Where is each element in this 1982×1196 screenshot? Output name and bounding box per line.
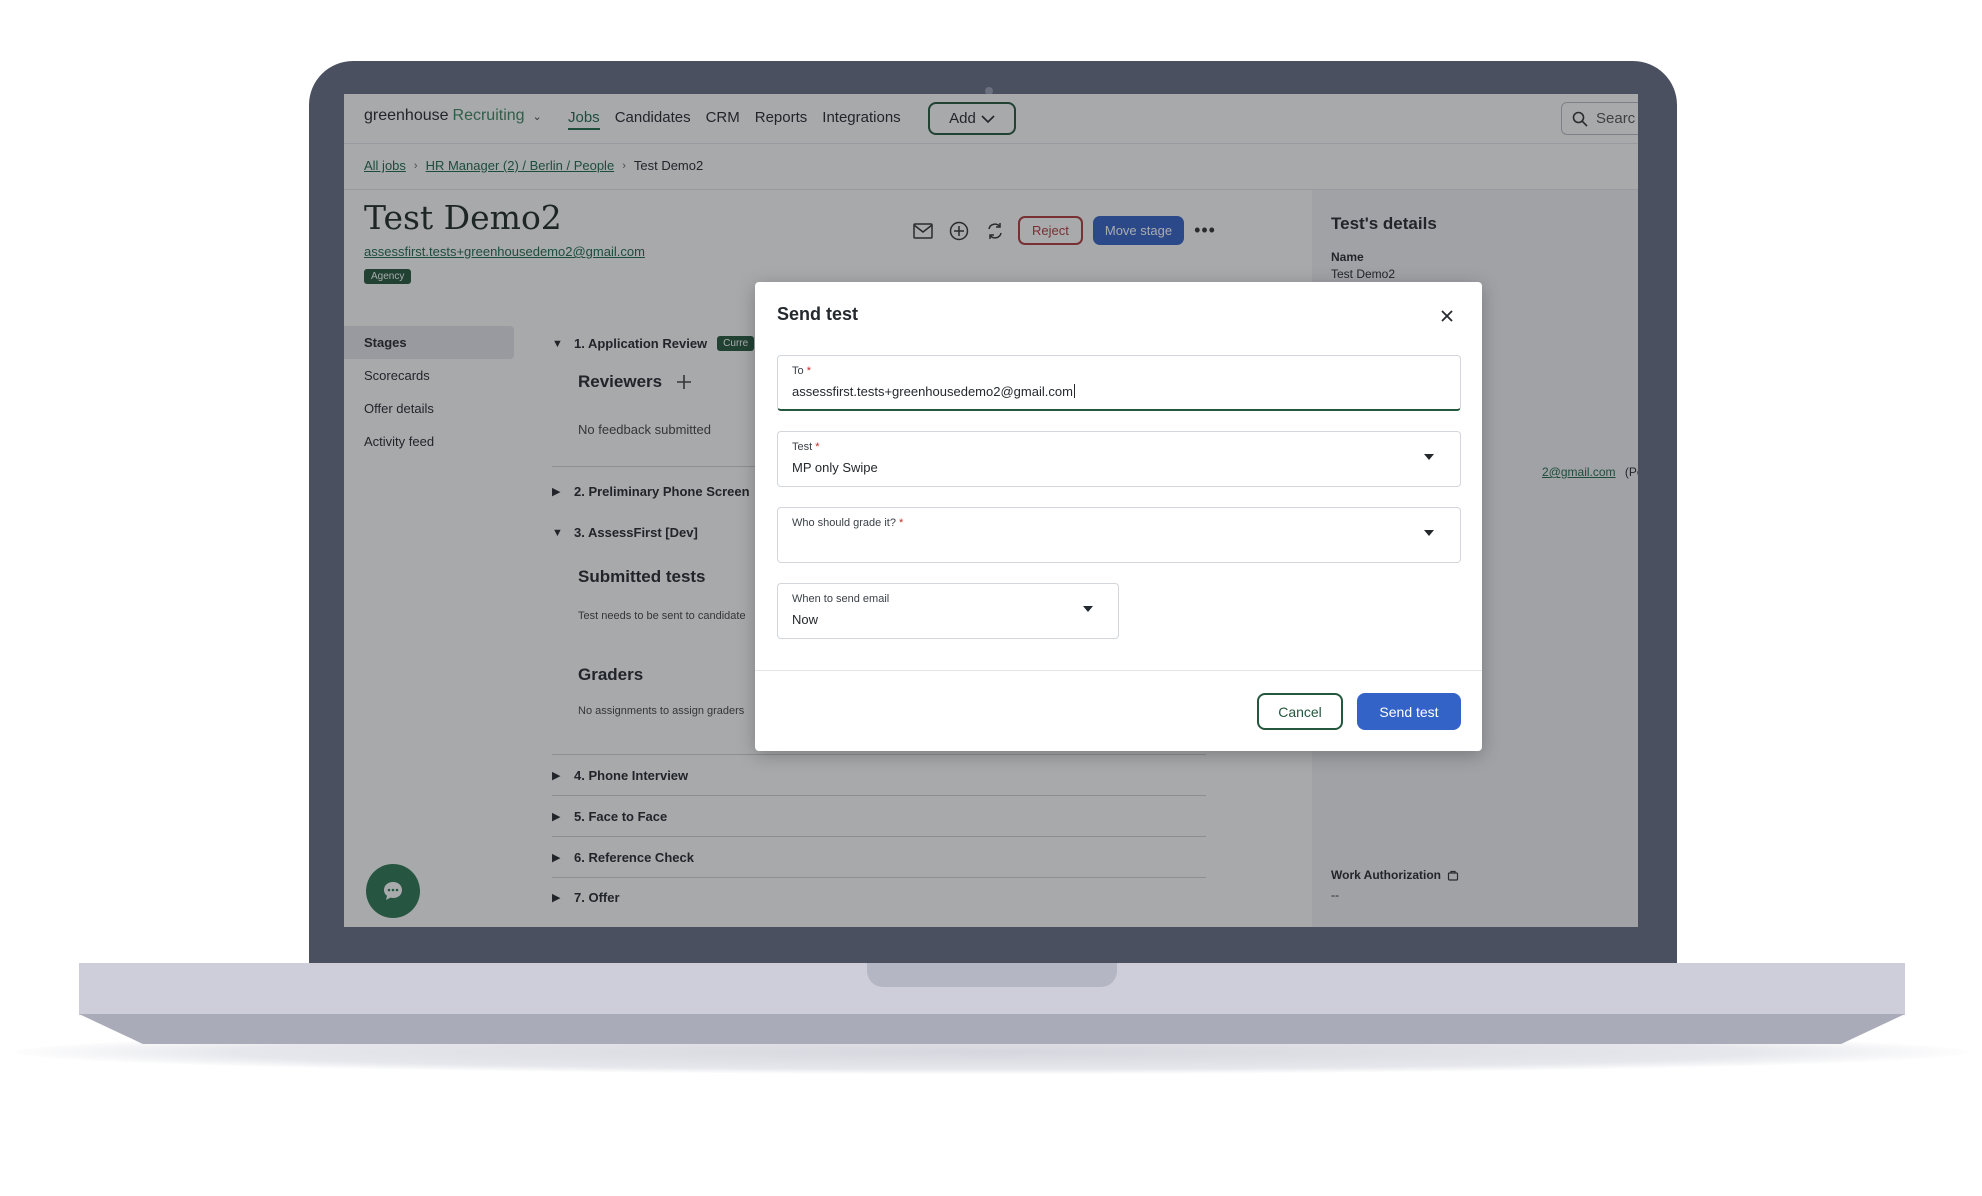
test-label: Test * [792,441,820,453]
grader-select[interactable]: Who should grade it? * [777,507,1461,563]
to-field[interactable]: To * assessfirst.tests+greenhousedemo2@g… [777,355,1461,411]
laptop-base-edge [79,1014,1905,1044]
caret-down-icon [1424,454,1434,460]
cancel-button[interactable]: Cancel [1257,693,1343,730]
to-value: assessfirst.tests+greenhousedemo2@gmail.… [792,384,1075,399]
test-select[interactable]: Test * MP only Swipe [777,431,1461,487]
to-label: To * [792,365,811,377]
laptop-mockup: greenhouse Recruiting ⌄ Jobs Candidates … [0,0,1982,1196]
send-time-select[interactable]: When to send email Now [777,583,1119,639]
caret-down-icon [1083,606,1093,612]
caret-down-icon [1424,530,1434,536]
when-label: When to send email [792,593,890,605]
send-test-button[interactable]: Send test [1357,693,1461,730]
test-value: MP only Swipe [792,460,878,475]
close-icon[interactable] [1435,304,1459,328]
divider [755,670,1482,671]
send-test-modal: Send test To * assessfirst.tests+greenho… [755,282,1482,751]
modal-title: Send test [777,304,859,324]
laptop-notch [867,963,1117,987]
grader-label: Who should grade it? * [792,517,904,529]
when-value: Now [792,612,819,627]
